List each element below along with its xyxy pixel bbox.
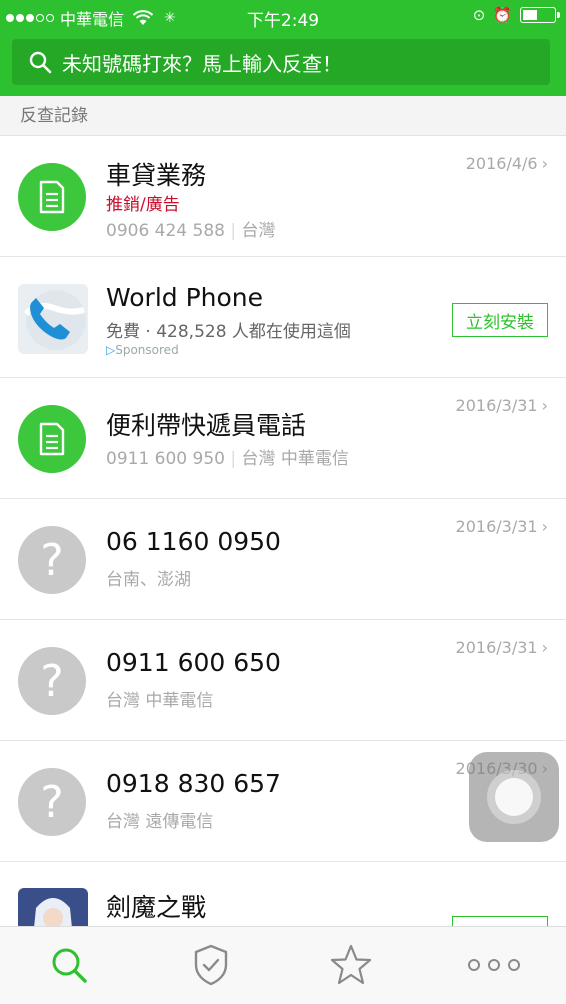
contact-title: 便利帶快遞員電話 [106,411,307,440]
chevron-right-icon: › [541,154,548,173]
list-item[interactable]: 車貸業務 推銷/廣告 0906 424 588 | 台灣 2016/4/6 › [0,136,566,257]
contact-title: 車貸業務 [106,161,207,190]
note-icon [18,405,86,473]
status-icons: ⊙ ⏰ [472,6,560,24]
install-button[interactable]: 立刻安裝 [452,916,548,926]
list-item[interactable]: ? 06 1160 0950 台南、澎湖 2016/3/31 › [0,499,566,620]
search-icon [52,948,87,983]
battery-icon [520,7,560,23]
tab-search[interactable] [45,941,93,989]
sponsored-ad-item[interactable]: World Phone 免費 · 428,528 人都在使用這個 ▷Sponso… [0,257,566,378]
date-label: 2016/3/31 › [456,517,548,536]
unknown-caller-icon: ? [18,647,86,715]
game-app-icon [18,888,88,926]
location: 台灣 中華電信 [241,449,349,469]
sponsored-label: ▷Sponsored [106,343,179,357]
date-text: 2016/4/6 [465,154,538,173]
list-item[interactable]: 便利帶快遞員電話 0911 600 950 | 台灣 中華電信 2016/3/3… [0,378,566,499]
ad-title: World Phone [106,283,264,312]
tab-bar [0,926,566,1004]
date-label: 2016/3/31 › [456,638,548,657]
date-label: 2016/4/6 › [466,154,548,173]
rotation-lock-icon: ⊙ [472,6,486,24]
date-text: 2016/3/31 [455,396,538,415]
tab-protection[interactable] [187,941,235,989]
date-text: 2016/3/31 [455,517,538,536]
chevron-right-icon: › [541,638,548,657]
ad-choices-icon: ▷ [106,343,116,357]
location: 台灣 中華電信 [106,691,214,711]
location: 台南、澎湖 [106,570,191,590]
location: 台灣 遠傳電信 [106,812,214,832]
ad-description: 免費 · 428,528 人都在使用這個 [106,322,351,342]
alarm-icon: ⏰ [493,6,512,24]
unknown-caller-icon: ? [18,768,86,836]
ad-title: 劍魔之戰 [106,893,207,922]
install-button[interactable]: 立刻安裝 [452,303,548,337]
search-header: 未知號碼打來？馬上輸入反查！ [0,34,566,96]
more-icon [468,959,520,971]
phone-number-title: 0911 600 650 [106,648,281,677]
chevron-right-icon: › [541,396,548,415]
chevron-right-icon: › [541,517,548,536]
star-icon [330,944,372,985]
category-tag: 推銷/廣告 [106,195,180,215]
phone-number: 0906 424 588 [106,221,225,241]
search-placeholder: 未知號碼打來？馬上輸入反查！ [62,51,342,76]
location: 台灣 [241,221,276,241]
sponsored-text: Sponsored [115,343,179,357]
search-icon [29,51,52,74]
phone-number-title: 0918 830 657 [106,769,281,798]
sponsored-ad-item[interactable]: 劍魔之戰 立刻安裝 [0,862,566,926]
world-phone-app-icon [18,284,88,354]
date-text: 2016/3/31 [455,638,538,657]
status-bar: 中華電信 ✳ 下午2:49 ⊙ ⏰ [0,0,566,34]
shield-icon [194,944,228,986]
list-item[interactable]: ? 0911 600 650 台灣 中華電信 2016/3/31 › [0,620,566,741]
search-input[interactable]: 未知號碼打來？馬上輸入反查！ [12,39,550,85]
unknown-caller-icon: ? [18,526,86,594]
phone-number-title: 06 1160 0950 [106,527,281,556]
section-header: 反查記錄 [0,96,566,136]
date-label: 2016/3/31 › [456,396,548,415]
tab-favorites[interactable] [327,941,375,989]
phone-number: 0911 600 950 [106,449,225,469]
note-icon [18,163,86,231]
tab-more[interactable] [466,941,522,989]
assistive-touch-button[interactable] [469,752,559,842]
